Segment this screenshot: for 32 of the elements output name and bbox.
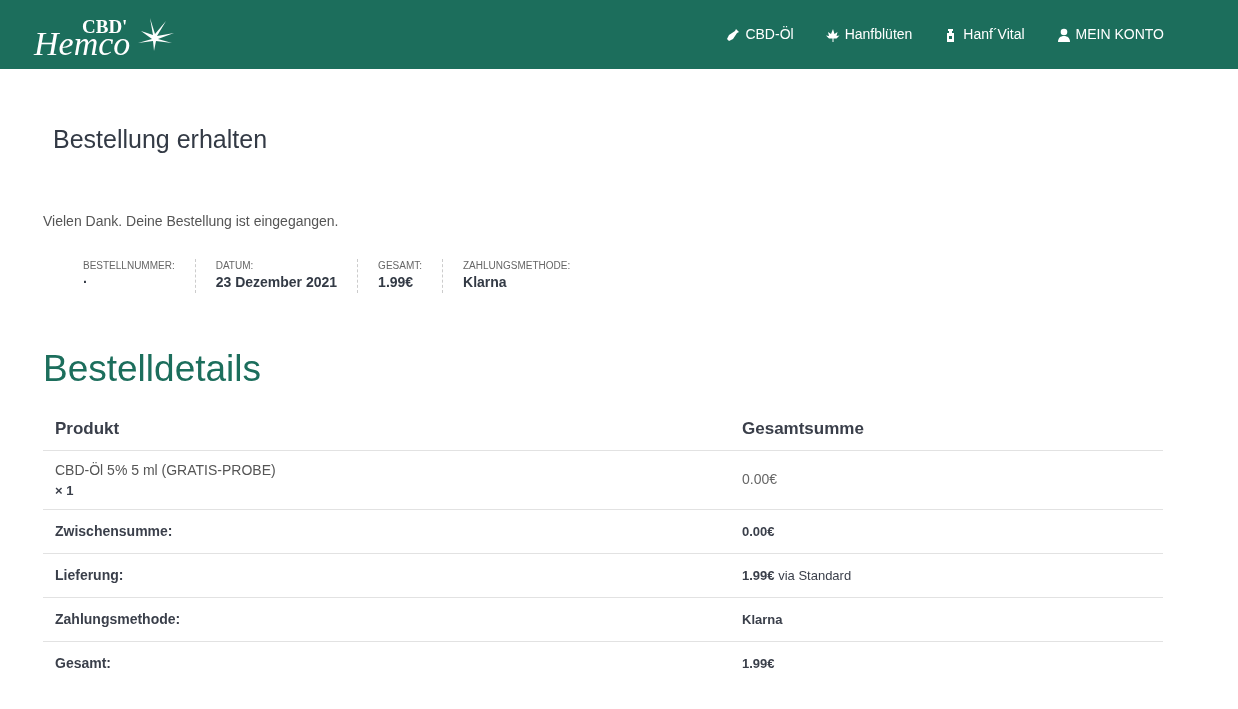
nav-link[interactable]: Hanf´Vital xyxy=(944,24,1025,45)
overview-value: Klarna xyxy=(463,272,508,292)
bottle-icon xyxy=(726,27,741,42)
overview-label: ZAHLUNGSMETHODE: xyxy=(463,258,571,273)
product-total: 0.00€ xyxy=(742,471,778,488)
thank-you-message: Vielen Dank. Deine Bestellung ist eingegangen. xyxy=(43,211,340,231)
totals-value: Klarna xyxy=(742,611,783,627)
overview-value: 23 Dezember 2021 xyxy=(215,272,338,292)
logo[interactable]: CBD' Hemco xyxy=(32,8,174,61)
totals-label: Zwischensumme: xyxy=(55,523,173,539)
overview-label: BESTELLNUMMER: xyxy=(83,258,175,273)
totals-label: Zahlungsmethode: xyxy=(55,611,181,627)
totals-label: Lieferung: xyxy=(55,567,124,583)
totals-value: 1.99€ xyxy=(742,655,775,671)
totals-label: Gesamt: xyxy=(55,655,112,671)
column-header: Gesamtsumme xyxy=(742,419,864,438)
nav-link[interactable]: MEIN KONTO xyxy=(1056,24,1164,45)
nav-link[interactable]: Hanfblüten xyxy=(825,24,913,45)
overview-label: GESAMT: xyxy=(378,258,422,273)
overview-value: 1.99€ xyxy=(378,272,415,292)
page-title: Bestellung erhalten xyxy=(52,124,269,155)
user-icon xyxy=(1056,27,1071,42)
product-quantity: × 1 xyxy=(55,481,75,500)
leaf-icon xyxy=(825,27,840,42)
totals-value: 0.00€ xyxy=(742,523,775,539)
product-name: CBD-Öl 5% 5 ml (GRATIS-PROBE) xyxy=(55,460,277,480)
overview-label: DATUM: xyxy=(215,258,255,273)
overview-value: · xyxy=(83,272,89,292)
section-heading: Bestelldetails xyxy=(43,346,262,391)
totals-value: 1.99€ via Standard xyxy=(742,567,852,583)
nav-link[interactable]: CBD-Öl xyxy=(726,24,794,45)
column-header: Produkt xyxy=(55,419,120,438)
